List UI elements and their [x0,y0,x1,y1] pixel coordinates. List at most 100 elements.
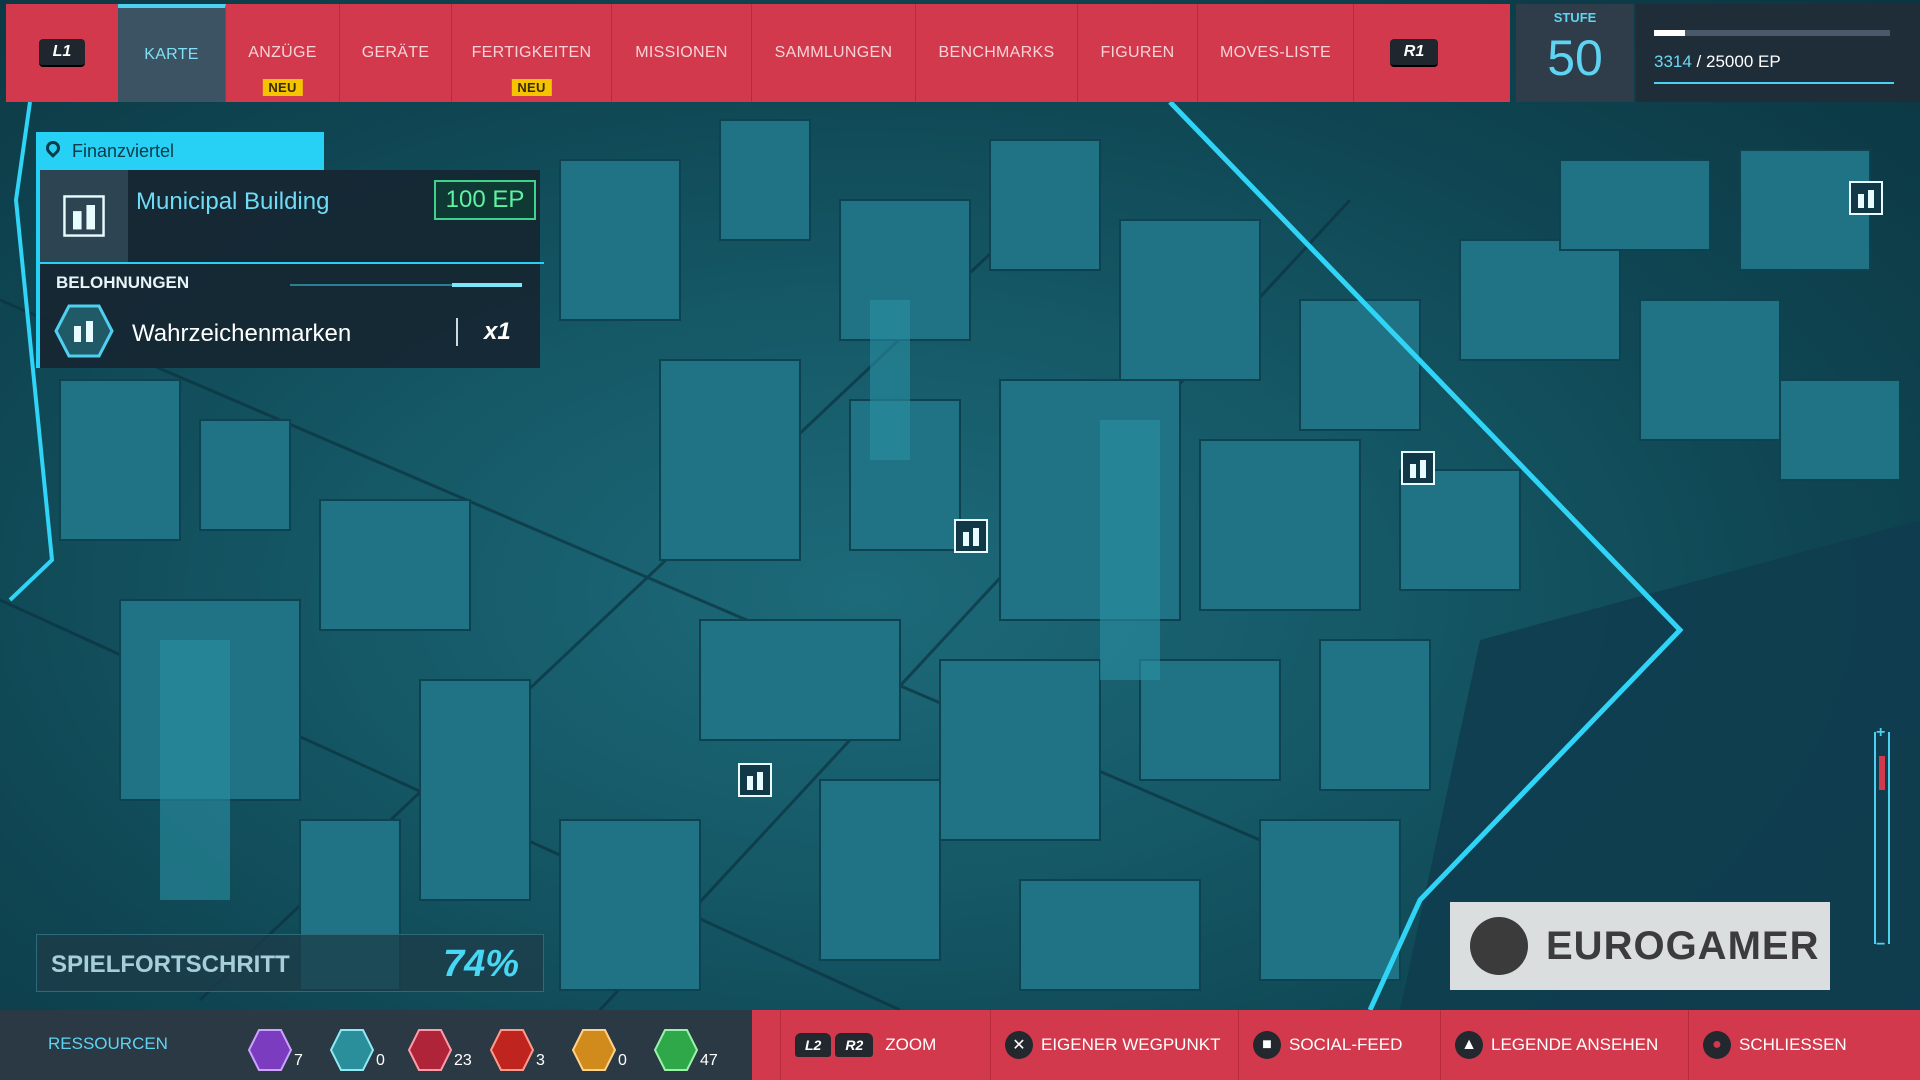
tab-label: FERTIGKEITEN [471,44,592,61]
district-header: Finanzviertel [36,132,324,170]
selected-landmark-marker-icon[interactable] [953,518,989,554]
tab-label: GERÄTE [361,44,430,61]
xp-progress-fill [1654,30,1685,36]
base-token-icon [572,1029,616,1071]
r2-button-icon: R2 [835,1033,874,1057]
watermark-text: EUROGAMER [1546,923,1820,968]
eurogamer-watermark: EUROGAMER [1450,902,1830,990]
resource-count: 3 [536,1052,545,1069]
l1-button-label: L1 [38,39,86,67]
progress-label: SPIELFORTSCHRITT [51,951,290,978]
resource-crime-token: 3 [490,1018,545,1072]
tab-benchmarks[interactable]: BENCHMARKS [916,4,1078,102]
zoom-slider-handle[interactable] [1879,756,1885,790]
resource-challenge-token: 47 [654,1018,718,1072]
rewards-line [290,283,522,287]
district-name: Finanzviertel [72,140,175,161]
game-progress: SPIELFORTSCHRITT 74% [36,934,544,992]
zoom-slider[interactable]: + − [1874,724,1890,953]
resource-count: 0 [618,1052,627,1069]
landmark-token-icon [330,1029,374,1071]
tab-anzuege[interactable]: ANZÜGE NEU [226,4,340,102]
reward-quantity: x1 [484,318,511,345]
xp-separator: / [1691,52,1706,71]
hint-label: ZOOM [885,1035,937,1054]
landmark-marker-icon[interactable] [737,762,773,798]
xp-underline [1654,82,1894,84]
r1-button[interactable]: R1 [1354,4,1474,102]
location-info-panel: Municipal Building 100 EP BELOHNUNGEN Wa… [36,170,544,368]
resource-count: 0 [376,1052,385,1069]
social-feed-hint[interactable]: ■ SOCIAL-FEED [1238,1010,1440,1080]
xp-display: 3314 / 25000 EP [1636,4,1920,102]
hint-label: LEGENDE ANSEHEN [1491,1035,1659,1054]
landmark-icon [63,195,105,237]
r1-button-label: R1 [1389,39,1439,67]
zoom-out-icon: − [1876,936,1886,953]
xp-reward-badge: 100 EP [434,180,536,220]
tab-karte[interactable]: KARTE [118,4,226,102]
level-label: STUFE [1553,10,1597,25]
triangle-button-icon: ▲ [1455,1031,1483,1059]
map-pin-icon [43,138,63,158]
xp-progress-bar [1654,30,1890,36]
crime-token-icon [490,1029,534,1071]
circle-button-icon: ● [1703,1031,1731,1059]
resources-panel: RESSOURCEN 7 0 23 3 0 47 [0,1010,752,1080]
cross-button-icon: ✕ [1005,1031,1033,1059]
rewards-line-accent [452,283,522,287]
tab-label: ANZÜGE [248,44,317,61]
reward-separator [456,318,458,346]
hint-label: SOCIAL-FEED [1289,1035,1403,1054]
research-token-icon [248,1029,292,1071]
resource-count: 47 [700,1052,718,1069]
l1-button[interactable]: L1 [6,4,118,102]
new-badge: NEU [511,79,552,96]
new-badge: NEU [262,79,303,96]
divider [40,262,544,264]
landmark-marker-icon[interactable] [1848,180,1884,216]
location-name: Municipal Building [136,188,330,215]
tab-label: FIGUREN [1100,44,1175,61]
tab-fertigkeiten[interactable]: FERTIGKEITEN NEU [452,4,612,102]
tab-figuren[interactable]: FIGUREN [1078,4,1198,102]
resource-backpack-token: 23 [408,1018,472,1072]
xp-text: 3314 / 25000 EP [1654,52,1781,72]
tab-sammlungen[interactable]: SAMMLUNGEN [752,4,916,102]
waypoint-hint[interactable]: ✕ EIGENER WEGPUNKT [990,1010,1238,1080]
tab-label: MOVES-LISTE [1220,44,1331,61]
landmark-marker-icon[interactable] [1400,450,1436,486]
top-nav-bar: L1 KARTE ANZÜGE NEU GERÄTE FERTIGKEITEN … [6,4,1510,102]
square-button-icon: ■ [1253,1031,1281,1059]
level-display: STUFE 50 [1516,4,1634,102]
tab-geraete[interactable]: GERÄTE [340,4,452,102]
hint-label: EIGENER WEGPUNKT [1041,1035,1221,1054]
zoom-hint[interactable]: L2 R2 ZOOM [780,1010,980,1080]
globe-icon [1470,917,1528,975]
rewards-label: BELOHNUNGEN [56,273,190,292]
backpack-token-icon [408,1029,452,1071]
resources-label: RESSOURCEN [48,1034,168,1053]
xp-current: 3314 [1654,52,1692,71]
game-map-screen: { "top_nav": { "left_button": "L1", "rig… [0,0,1920,1080]
tab-moves-liste[interactable]: MOVES-LISTE [1198,4,1354,102]
zoom-in-icon: + [1876,724,1886,741]
tab-label: MISSIONEN [635,44,728,61]
tab-label: SAMMLUNGEN [774,44,893,61]
tab-label: KARTE [144,46,199,63]
resource-count: 7 [294,1052,303,1069]
xp-max: 25000 EP [1706,52,1781,71]
hint-label: SCHLIESSEN [1739,1035,1847,1054]
resource-landmark-token: 0 [330,1018,385,1072]
resource-base-token: 0 [572,1018,627,1072]
l2-button-icon: L2 [795,1033,832,1057]
reward-name: Wahrzeichenmarken [132,320,352,347]
legend-hint[interactable]: ▲ LEGENDE ANSEHEN [1440,1010,1688,1080]
tab-missionen[interactable]: MISSIONEN [612,4,752,102]
bottom-bar: RESSOURCEN 7 0 23 3 0 47 L2 R2 ZOOM ✕ EI… [0,1010,1920,1080]
tab-label: BENCHMARKS [938,44,1055,61]
landmark-icon-box [40,170,128,262]
close-hint[interactable]: ● SCHLIESSEN [1688,1010,1920,1080]
resource-count: 23 [454,1052,472,1069]
landmark-token-icon [54,304,114,358]
